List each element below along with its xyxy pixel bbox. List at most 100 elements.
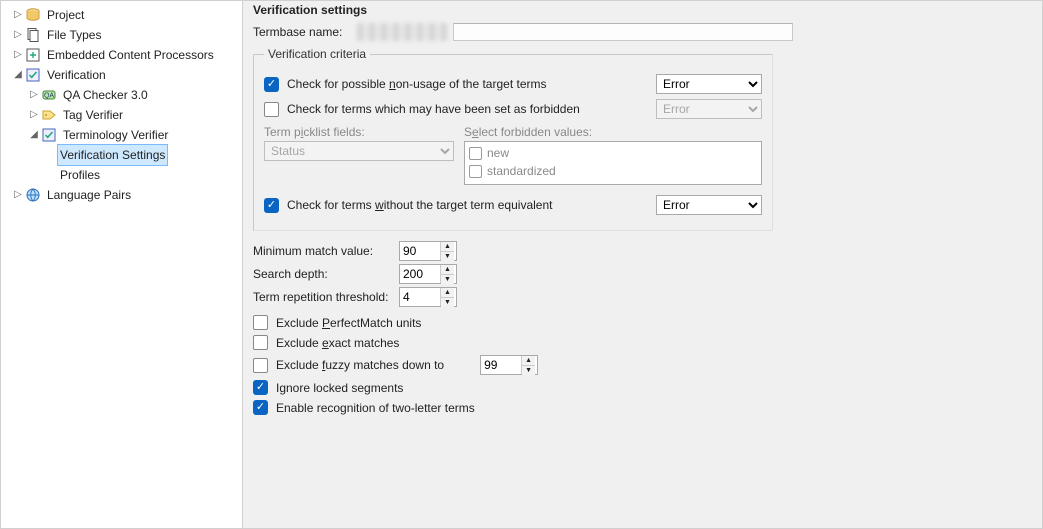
tree-item-verification[interactable]: ◢ Verification: [5, 65, 242, 85]
min-match-label: Minimum match value:: [253, 244, 399, 258]
severity-without-select[interactable]: Error: [656, 195, 762, 215]
forbidden-option-checkbox: [469, 147, 482, 160]
spinner-down-icon[interactable]: ▼: [441, 298, 454, 307]
chevron-right-icon[interactable]: ▷: [11, 5, 25, 25]
project-icon: [25, 7, 41, 23]
spinner-up-icon[interactable]: ▲: [522, 356, 535, 366]
chevron-right-icon[interactable]: ▷: [27, 105, 41, 125]
chevron-right-icon[interactable]: ▷: [11, 185, 25, 205]
tree-item-tag-verifier[interactable]: ▷ Tag Verifier: [5, 105, 242, 125]
exclude-fuzzy-input[interactable]: [481, 356, 521, 374]
exclude-exact-checkbox[interactable]: [253, 335, 268, 350]
tree-item-project[interactable]: ▷ Project: [5, 5, 242, 25]
search-depth-label: Search depth:: [253, 267, 399, 281]
check-nonusage-label: Check for possible non-usage of the targ…: [287, 77, 656, 91]
exclude-exact-row: Exclude exact matches: [253, 335, 1032, 350]
numeric-settings: Minimum match value: ▲▼ Search depth: ▲▼…: [253, 241, 1032, 307]
rep-threshold-spinner[interactable]: ▲▼: [399, 287, 457, 307]
forbidden-option-checkbox: [469, 165, 482, 178]
group-legend: Verification criteria: [264, 47, 370, 61]
chevron-right-icon[interactable]: ▷: [11, 25, 25, 45]
exclude-perfectmatch-row: Exclude PerfectMatch units: [253, 315, 1032, 330]
picklist-fields-label: Term picklist fields:: [264, 125, 454, 139]
tree-item-qa-checker[interactable]: ▷ QA QA Checker 3.0: [5, 85, 242, 105]
tree-label: Profiles: [57, 164, 103, 186]
check-without-checkbox[interactable]: ✓: [264, 198, 279, 213]
search-depth-spinner[interactable]: ▲▼: [399, 264, 457, 284]
nav-tree: ▷ Project ▷ File Types ▷ Embedded Conten…: [1, 1, 243, 528]
chevron-right-icon[interactable]: ▷: [11, 45, 25, 65]
tree-item-language-pairs[interactable]: ▷ Language Pairs: [5, 185, 242, 205]
tree-label: QA Checker 3.0: [60, 84, 151, 106]
exclude-exact-label: Exclude exact matches: [276, 336, 1032, 350]
check-forbidden-row: Check for terms which may have been set …: [264, 99, 762, 119]
exclude-perfectmatch-checkbox[interactable]: [253, 315, 268, 330]
svg-text:QA: QA: [44, 93, 54, 100]
forbidden-option: new: [469, 144, 757, 162]
search-depth-input[interactable]: [400, 265, 440, 283]
tree-label: Project: [44, 4, 87, 26]
two-letter-label: Enable recognition of two-letter terms: [276, 401, 1032, 415]
min-match-row: Minimum match value: ▲▼: [253, 241, 1032, 261]
language-pairs-icon: [25, 187, 41, 203]
tree-item-ecp[interactable]: ▷ Embedded Content Processors: [5, 45, 242, 65]
severity-nonusage-select[interactable]: Error: [656, 74, 762, 94]
check-without-row: ✓ Check for terms without the target ter…: [264, 195, 762, 215]
file-types-icon: [25, 27, 41, 43]
check-without-label: Check for terms without the target term …: [287, 198, 656, 212]
severity-forbidden-select: Error: [656, 99, 762, 119]
termbase-label: Termbase name:: [253, 25, 349, 39]
page-title: Verification settings: [253, 1, 1032, 23]
verification-criteria-group: Verification criteria ✓ Check for possib…: [253, 47, 773, 231]
picklist-fields-col: Term picklist fields: Status: [264, 125, 454, 185]
termbase-name-value: [357, 23, 447, 41]
picklist-fields-select: Status: [264, 141, 454, 161]
tree-label: Tag Verifier: [60, 104, 126, 126]
spinner-down-icon[interactable]: ▼: [441, 252, 454, 261]
exclude-perfectmatch-label: Exclude PerfectMatch units: [276, 316, 1032, 330]
termbase-name-field[interactable]: [453, 23, 793, 41]
content-pane: Verification settings Termbase name: Ver…: [243, 1, 1042, 528]
check-nonusage-checkbox[interactable]: ✓: [264, 77, 279, 92]
chevron-down-icon[interactable]: ◢: [27, 125, 41, 145]
ignore-locked-checkbox[interactable]: ✓: [253, 380, 268, 395]
spinner-up-icon[interactable]: ▲: [441, 288, 454, 298]
tree-item-terminology-verifier[interactable]: ◢ Terminology Verifier: [5, 125, 242, 145]
tree-label: Language Pairs: [44, 184, 134, 206]
exclude-fuzzy-label: Exclude fuzzy matches down to: [276, 358, 444, 372]
ignore-locked-label: Ignore locked segments: [276, 381, 1032, 395]
forbidden-option: standardized: [469, 162, 757, 180]
spinner-up-icon[interactable]: ▲: [441, 265, 454, 275]
tree-label: Verification: [44, 64, 109, 86]
min-match-spinner[interactable]: ▲▼: [399, 241, 457, 261]
spinner-up-icon[interactable]: ▲: [441, 242, 454, 252]
forbidden-values-col: Select forbidden values: new standardize…: [464, 125, 762, 185]
rep-threshold-input[interactable]: [400, 288, 440, 306]
rep-threshold-label: Term repetition threshold:: [253, 290, 399, 304]
two-letter-row: ✓ Enable recognition of two-letter terms: [253, 400, 1032, 415]
tree-item-verification-settings[interactable]: · Verification Settings: [5, 145, 242, 165]
spinner-down-icon[interactable]: ▼: [441, 275, 454, 284]
terminology-icon: [41, 127, 57, 143]
forbidden-values-label: Select forbidden values:: [464, 125, 762, 139]
check-nonusage-row: ✓ Check for possible non-usage of the ta…: [264, 74, 762, 94]
check-forbidden-checkbox[interactable]: [264, 102, 279, 117]
chevron-right-icon[interactable]: ▷: [27, 85, 41, 105]
tree-item-profiles[interactable]: · Profiles: [5, 165, 242, 185]
exclusion-settings: Exclude PerfectMatch units Exclude exact…: [253, 315, 1032, 415]
min-match-input[interactable]: [400, 242, 440, 260]
tree-label: Verification Settings: [57, 144, 168, 166]
qa-icon: QA: [41, 87, 57, 103]
ecp-icon: [25, 47, 41, 63]
chevron-down-icon[interactable]: ◢: [11, 65, 25, 85]
tag-icon: [41, 107, 57, 123]
tree-item-file-types[interactable]: ▷ File Types: [5, 25, 242, 45]
verification-icon: [25, 67, 41, 83]
exclude-fuzzy-checkbox[interactable]: [253, 358, 268, 373]
tree-label: File Types: [44, 24, 104, 46]
two-letter-checkbox[interactable]: ✓: [253, 400, 268, 415]
rep-threshold-row: Term repetition threshold: ▲▼: [253, 287, 1032, 307]
spinner-down-icon[interactable]: ▼: [522, 366, 535, 375]
exclude-fuzzy-spinner[interactable]: ▲▼: [480, 355, 538, 375]
picklist-row: Term picklist fields: Status Select forb…: [264, 125, 762, 185]
